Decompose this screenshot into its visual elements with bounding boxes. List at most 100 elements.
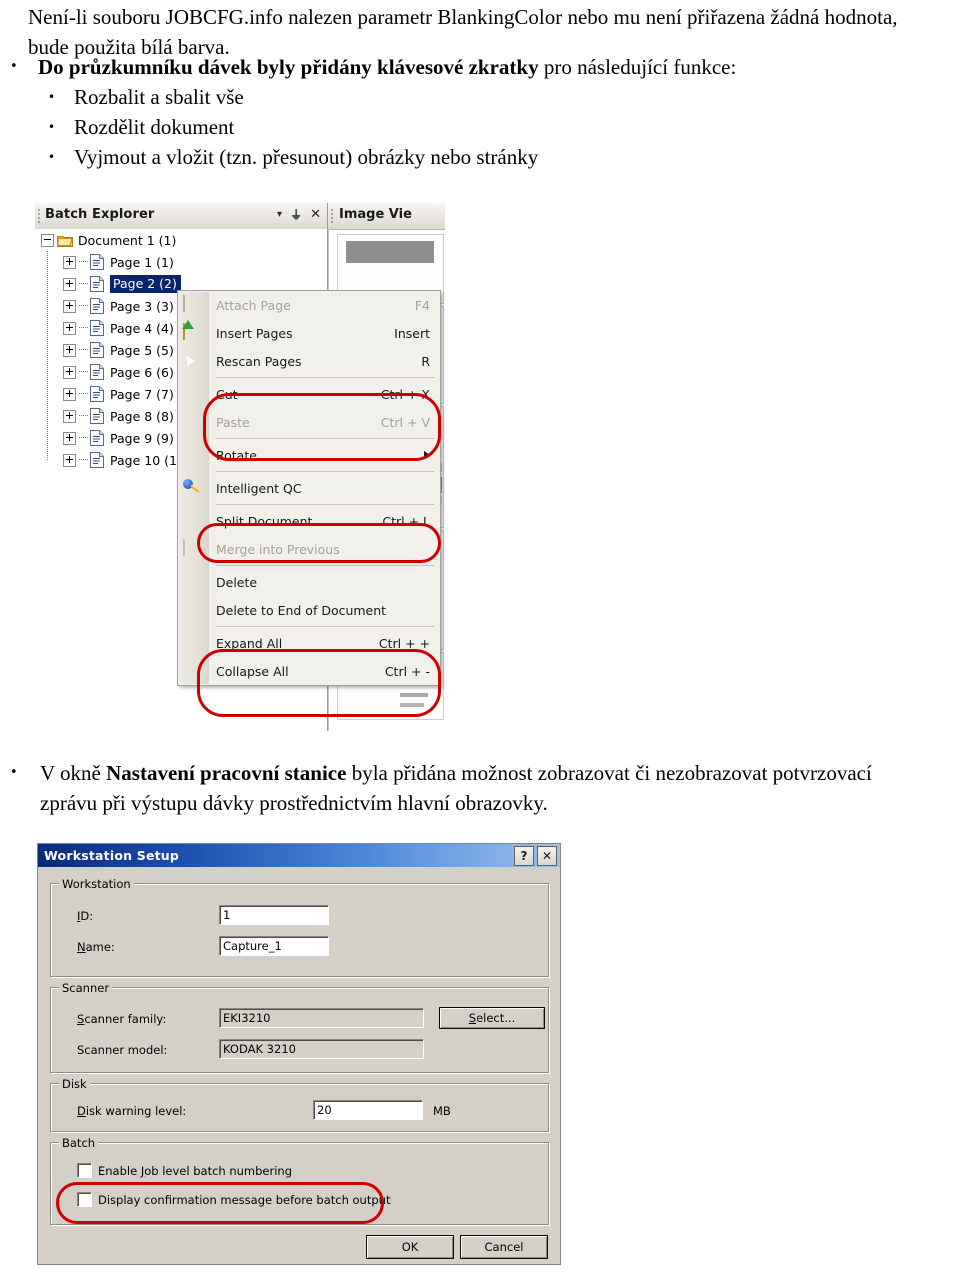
close-button[interactable]: ✕ <box>537 846 557 866</box>
page-icon <box>90 342 104 358</box>
chevron-down-icon[interactable]: ▾ <box>277 206 282 224</box>
expand-expander-icon[interactable] <box>63 431 76 445</box>
id-field[interactable]: 1 <box>219 905 329 925</box>
page-icon <box>90 386 104 402</box>
menu-item-paste[interactable]: Paste Ctrl + V <box>178 408 440 436</box>
tree-label-page: Page 2 (2) <box>110 275 181 293</box>
sub-bullet-3: • Vyjmout a vložit (tzn. přesunout) obrá… <box>48 142 928 172</box>
menu-item-label: Delete <box>216 574 258 590</box>
menu-item-intelligent-qc[interactable]: Intelligent QC <box>178 474 440 502</box>
ok-button[interactable]: OK <box>366 1235 454 1259</box>
help-button[interactable]: ? <box>514 846 534 866</box>
note-pre: V okně <box>40 761 107 785</box>
menu-item-cut[interactable]: Cut Ctrl + X <box>178 380 440 408</box>
cancel-button[interactable]: Cancel <box>460 1235 548 1259</box>
enable-job-level-batch-numbering-checkbox[interactable] <box>77 1163 92 1178</box>
tree-row-document[interactable]: Document 1 (1) <box>35 229 327 251</box>
collapse-expander-icon[interactable] <box>41 233 54 247</box>
sub-bullet-1-text: Rozbalit a sbalit vše <box>74 85 244 109</box>
name-field-value: Capture_1 <box>223 939 282 953</box>
tree-connector <box>79 437 88 439</box>
display-confirmation-message-checkbox[interactable] <box>77 1192 92 1207</box>
menu-item-label: Cut <box>216 386 238 402</box>
expand-expander-icon[interactable] <box>63 409 76 423</box>
pin-icon[interactable]: ⏚ <box>290 206 302 224</box>
note-bold: Nastavení pracovní stanice <box>106 761 347 785</box>
scanner-family-value: EKI3210 <box>223 1011 271 1025</box>
menu-item-split-document[interactable]: Split Document Ctrl + L <box>178 507 440 535</box>
expand-expander-icon[interactable] <box>63 387 76 401</box>
expand-expander-icon[interactable] <box>63 365 76 379</box>
tree-connector <box>79 459 88 461</box>
tree-connector <box>79 261 88 263</box>
menu-item-label: Split Document <box>216 513 313 529</box>
cancel-button-label: Cancel <box>484 1240 524 1254</box>
bullet-workstation-note: • V okně Nastavení pracovní stanice byla… <box>10 758 930 818</box>
expand-expander-icon[interactable] <box>63 255 76 269</box>
menu-item-merge-into-previous[interactable]: Merge into Previous <box>178 535 440 563</box>
grip-icon <box>331 209 334 223</box>
disk-warning-level-value: 20 <box>317 1103 332 1117</box>
menu-item-accel: Ctrl + L <box>382 513 430 529</box>
page-context-menu[interactable]: Attach Page F4 Insert Pages Insert Resca… <box>177 290 441 686</box>
scanner-model-value: KODAK 3210 <box>223 1042 296 1056</box>
batch-explorer-screenshot: Image Vie Batch Explorer ▾ ⏚ ✕ Document … <box>35 203 445 731</box>
scanner-model-label: Scanner model: <box>77 1043 168 1057</box>
dialog-titlebar: Workstation Setup ? ✕ <box>38 844 560 867</box>
menu-item-accel: Ctrl + V <box>380 414 430 430</box>
image-viewer-title: Image Vie <box>339 207 412 222</box>
menu-item-insert-pages[interactable]: Insert Pages Insert <box>178 319 440 347</box>
display-confirmation-message-row[interactable]: Display confirmation message before batc… <box>77 1192 390 1207</box>
tree-connector <box>79 349 88 351</box>
page-icon <box>90 364 104 380</box>
bullet-shortcuts-text: Do průzkumníku dávek byly přidány kláves… <box>38 52 930 82</box>
bullet-glyph-icon: • <box>48 90 56 104</box>
tree-label-page: Page 9 (9) <box>110 430 174 446</box>
submenu-arrow-icon <box>424 451 430 459</box>
enable-job-level-batch-numbering-row[interactable]: Enable Job level batch numbering <box>77 1163 292 1178</box>
rescan-pages-icon <box>183 352 203 370</box>
scanner-family-field[interactable]: EKI3210 <box>219 1008 424 1028</box>
page-icon <box>90 298 104 314</box>
menu-item-collapse-all[interactable]: Collapse All Ctrl + - <box>178 657 440 685</box>
workstation-group: Workstation ID: 1 Name: Capture_1 <box>50 877 550 978</box>
tree-row-page[interactable]: Page 1 (1) <box>35 251 327 273</box>
scanner-group-legend: Scanner <box>59 981 113 995</box>
dialog-title: Workstation Setup <box>44 848 180 863</box>
tree-label-page: Page 3 (3) <box>110 298 174 314</box>
tree-label-page: Page 5 (5) <box>110 342 174 358</box>
expand-expander-icon[interactable] <box>63 453 76 467</box>
name-field[interactable]: Capture_1 <box>219 936 329 956</box>
display-confirmation-message-label: Display confirmation message before batc… <box>98 1192 391 1207</box>
expand-expander-icon[interactable] <box>63 343 76 357</box>
tree-label-page: Page 7 (7) <box>110 386 174 402</box>
expand-expander-icon[interactable] <box>63 277 76 291</box>
close-icon[interactable]: ✕ <box>310 206 321 224</box>
scanner-group: Scanner Scanner family: EKI3210 Select..… <box>50 981 550 1074</box>
page-icon <box>90 276 104 292</box>
disk-warning-level-field[interactable]: 20 <box>313 1100 423 1120</box>
disk-warning-level-label: Disk warning level: <box>77 1104 187 1118</box>
close-icon: ✕ <box>541 849 553 863</box>
page-icon <box>90 254 104 270</box>
menu-item-rescan-pages[interactable]: Rescan Pages R <box>178 347 440 375</box>
menu-item-attach-page[interactable]: Attach Page F4 <box>178 291 440 319</box>
expand-expander-icon[interactable] <box>63 321 76 335</box>
batch-group: Batch Enable Job level batch numbering D… <box>50 1136 550 1226</box>
id-field-value: 1 <box>223 908 231 922</box>
menu-item-delete-to-end-of-document[interactable]: Delete to End of Document <box>178 596 440 624</box>
name-label: Name: <box>77 940 115 954</box>
menu-item-label: Merge into Previous <box>216 541 340 557</box>
expand-expander-icon[interactable] <box>63 299 76 313</box>
bullet-shortcuts-rest: pro následující funkce: <box>538 55 737 79</box>
menu-item-label: Paste <box>216 414 250 430</box>
select-scanner-button[interactable]: Select... <box>439 1007 545 1029</box>
menu-item-expand-all[interactable]: Expand All Ctrl + + <box>178 629 440 657</box>
menu-item-label: Rotate <box>216 447 257 463</box>
scanner-family-label: Scanner family: <box>77 1012 167 1026</box>
menu-item-delete[interactable]: Delete <box>178 568 440 596</box>
bullet-shortcuts-bold: Do průzkumníku dávek byly přidány kláves… <box>38 55 539 79</box>
menu-item-rotate[interactable]: Rotate <box>178 441 440 469</box>
menu-separator <box>216 438 434 439</box>
menu-item-accel: Insert <box>394 325 430 341</box>
